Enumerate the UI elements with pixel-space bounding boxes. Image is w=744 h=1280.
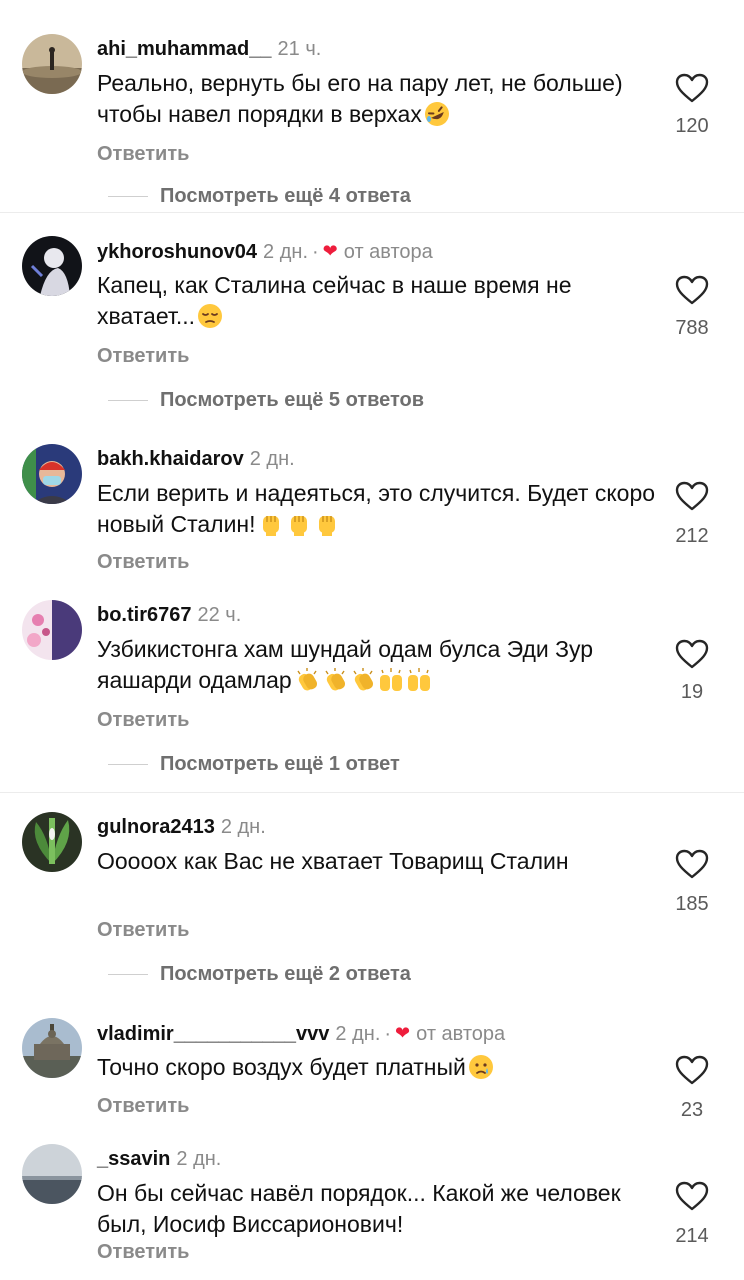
username[interactable]: _ssavin — [97, 1148, 170, 1170]
comment-text: Если верить и надеяться, это случится. Б… — [97, 480, 656, 537]
username[interactable]: bakh.khaidarov — [97, 448, 244, 470]
comment-text: Капец, как Сталина сейчас в наше время н… — [97, 272, 572, 329]
like-count: 185 — [675, 893, 709, 915]
avatar[interactable] — [22, 444, 82, 504]
divider — [108, 974, 148, 976]
like-count: 788 — [675, 317, 709, 339]
reply-button[interactable]: Ответить — [97, 344, 189, 368]
comment-text: Точно скоро воздух будет платный — [97, 1052, 657, 1083]
avatar[interactable] — [22, 236, 82, 296]
comment-header: bakh.khaidarov 2 дн. — [97, 446, 295, 472]
clapping-hands-emoji — [350, 667, 376, 693]
timestamp: 2 дн. — [263, 241, 308, 263]
divider — [108, 196, 148, 198]
rofl-emoji — [424, 101, 450, 127]
divider — [108, 764, 148, 766]
view-more-replies[interactable]: Посмотреть ещё 4 ответа — [108, 184, 411, 208]
comment-header: vladimir___________vvv 2 дн. · ❤ от автора — [97, 1020, 505, 1046]
clapping-hands-emoji — [294, 667, 320, 693]
comment-header: ahi_muhammad__ 21 ч. — [97, 36, 321, 62]
like-count: 23 — [680, 1099, 704, 1121]
avatar[interactable] — [22, 600, 82, 660]
reply-button[interactable]: Ответить — [97, 1240, 189, 1264]
raised-fist-emoji — [258, 511, 284, 537]
heart-icon[interactable] — [674, 274, 710, 306]
timestamp: 2 дн. — [249, 448, 295, 470]
pensive-face-emoji — [197, 303, 223, 329]
comment-header: _ssavin 2 дн. — [97, 1146, 221, 1172]
comment-text: Узбикистонга хам шундай одам булса Эди З… — [97, 636, 594, 693]
heart-icon[interactable] — [674, 1054, 710, 1086]
timestamp: 2 дн. — [220, 816, 266, 838]
raised-fist-emoji — [314, 511, 340, 537]
heart-icon[interactable] — [674, 638, 710, 670]
timestamp: 2 дн. — [176, 1148, 222, 1170]
separator-dot: · — [312, 241, 319, 263]
timestamp: 22 ч. — [197, 604, 242, 626]
comment-text: Он бы сейчас навёл порядок... Какой же ч… — [97, 1180, 621, 1237]
like-count: 19 — [680, 681, 704, 703]
author-heart-icon: ❤ — [322, 241, 338, 261]
reply-button[interactable]: Ответить — [97, 918, 189, 942]
raising-hands-emoji — [406, 667, 432, 693]
timestamp: 2 дн. — [335, 1023, 381, 1045]
divider — [0, 792, 744, 793]
username[interactable]: vladimir___________vvv — [97, 1023, 329, 1045]
like-count: 120 — [675, 115, 709, 137]
heart-icon[interactable] — [674, 1180, 710, 1212]
raised-fist-emoji — [286, 511, 312, 537]
username[interactable]: ahi_muhammad__ — [97, 38, 272, 60]
username[interactable]: bo.tir6767 — [97, 604, 191, 626]
comment-header: bo.tir6767 22 ч. — [97, 602, 241, 628]
clapping-hands-emoji — [322, 667, 348, 693]
comment-header: ykhoroshunov04 2 дн. · ❤ от автора — [97, 238, 433, 264]
avatar[interactable] — [22, 34, 82, 94]
view-more-replies[interactable]: Посмотреть ещё 1 ответ — [108, 752, 400, 776]
comment-text: Реально, вернуть бы его на пару лет, не … — [97, 68, 657, 130]
reply-button[interactable]: Ответить — [97, 708, 189, 732]
avatar[interactable] — [22, 1144, 82, 1204]
comment-text: Оооoох как Вас не хватает Товарищ Сталин — [97, 848, 569, 874]
separator-dot: · — [384, 1023, 392, 1045]
username[interactable]: ykhoroshunov04 — [97, 241, 257, 263]
comment-header: gulnora2413 2 дн. — [97, 814, 266, 840]
author-label: от автора — [343, 241, 433, 263]
reply-button[interactable]: Ответить — [97, 550, 189, 574]
reply-button[interactable]: Ответить — [97, 142, 189, 166]
heart-icon[interactable] — [674, 72, 710, 104]
avatar[interactable] — [22, 812, 82, 872]
username[interactable]: gulnora2413 — [97, 816, 215, 838]
comments-feed: ahi_muhammad__ 21 ч. Реально, вернуть бы … — [0, 0, 744, 1280]
divider — [108, 400, 148, 402]
author-heart-icon: ❤ — [395, 1023, 411, 1043]
reply-button[interactable]: Ответить — [97, 1094, 189, 1118]
avatar[interactable] — [22, 1018, 82, 1078]
like-count: 214 — [675, 1225, 709, 1247]
heart-icon[interactable] — [674, 480, 710, 512]
heart-icon[interactable] — [674, 848, 710, 880]
like-count: 212 — [675, 525, 709, 547]
author-label: от автора — [416, 1023, 506, 1045]
view-more-replies[interactable]: Посмотреть ещё 5 ответов — [108, 388, 424, 412]
timestamp: 21 ч. — [277, 38, 322, 60]
crying-face-emoji — [468, 1054, 494, 1080]
view-more-replies[interactable]: Посмотреть ещё 2 ответа — [108, 962, 411, 986]
raising-hands-emoji — [378, 667, 404, 693]
divider — [0, 212, 744, 213]
